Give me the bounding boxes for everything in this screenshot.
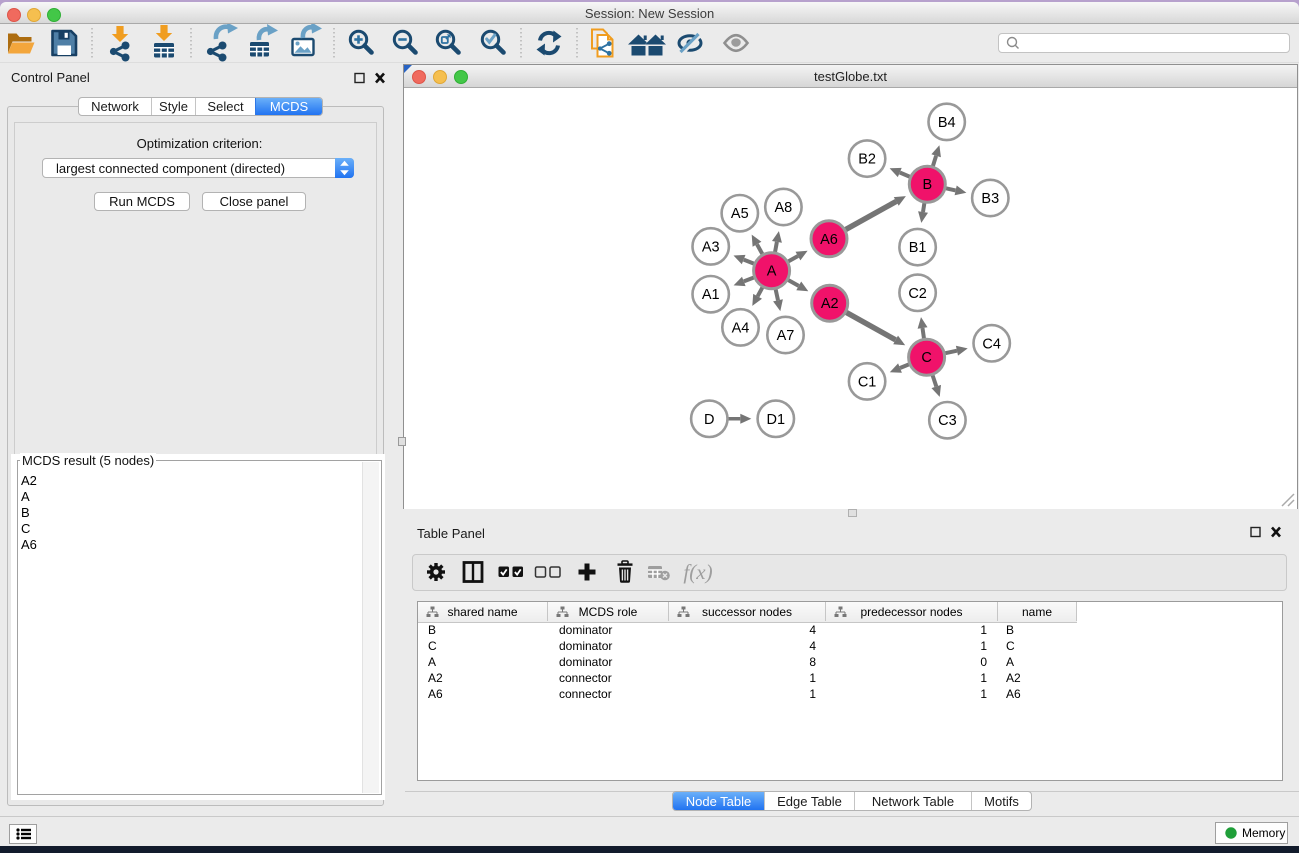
svg-text:A7: A7 <box>777 328 795 344</box>
svg-text:D: D <box>704 412 714 428</box>
svg-text:f(x): f(x) <box>683 560 712 584</box>
svg-text:C2: C2 <box>908 286 927 302</box>
svg-text:C4: C4 <box>982 336 1001 352</box>
svg-text:A2: A2 <box>821 296 839 312</box>
svg-text:C1: C1 <box>858 374 877 390</box>
svg-text:B3: B3 <box>981 191 999 207</box>
svg-text:A4: A4 <box>732 320 750 336</box>
svg-text:B1: B1 <box>909 240 927 256</box>
svg-text:B2: B2 <box>858 152 876 168</box>
svg-text:A5: A5 <box>731 206 749 222</box>
svg-text:A8: A8 <box>775 200 793 216</box>
svg-text:B4: B4 <box>938 115 956 131</box>
svg-text:A3: A3 <box>702 239 720 255</box>
svg-text:A1: A1 <box>702 287 720 303</box>
svg-text:A: A <box>767 264 777 280</box>
svg-text:A6: A6 <box>820 232 838 248</box>
svg-text:D1: D1 <box>767 412 786 428</box>
svg-text:C3: C3 <box>938 413 957 429</box>
svg-text:B: B <box>922 177 932 193</box>
svg-text:C: C <box>921 350 931 366</box>
